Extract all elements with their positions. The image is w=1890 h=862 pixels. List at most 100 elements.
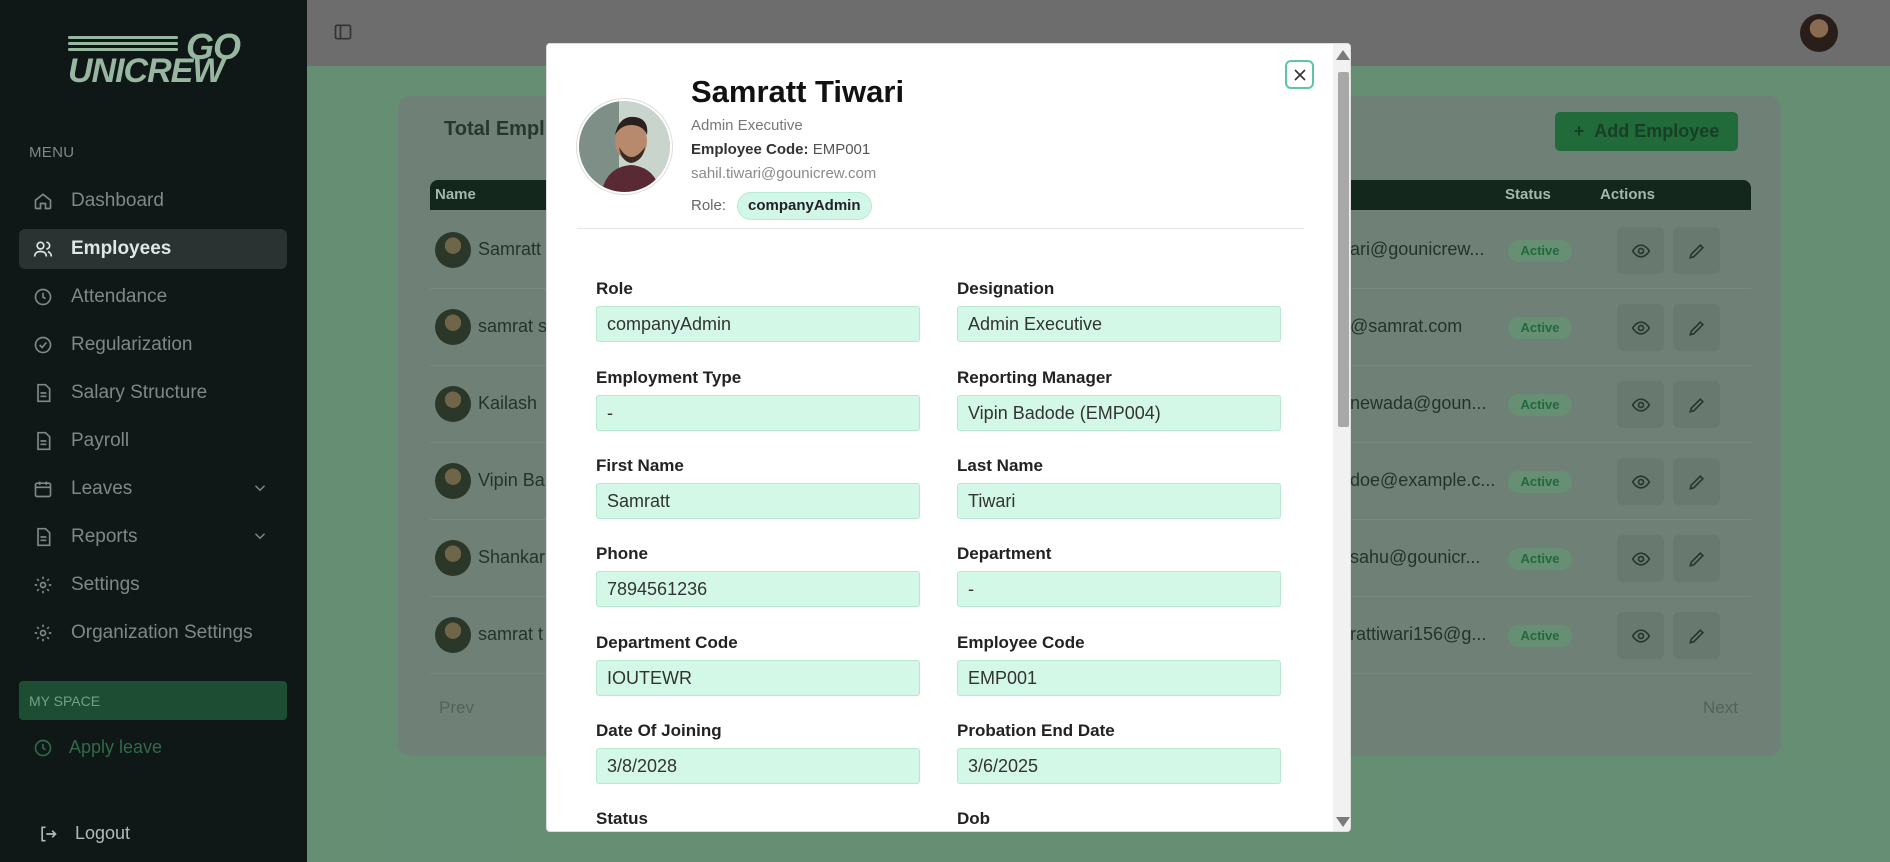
apply-leave-label: Apply leave: [69, 737, 163, 757]
sidebar-item-employees[interactable]: Employees: [19, 229, 287, 269]
sidebar-item-leaves[interactable]: Leaves: [19, 469, 287, 509]
field-label: Employee Code: [957, 633, 1085, 652]
eye-icon: [1631, 397, 1650, 412]
sidebar: GO UNICREW MENU Dashboard Employees Atte…: [0, 0, 307, 862]
avatar: [435, 309, 471, 345]
field-label: Employment Type: [596, 368, 742, 387]
add-employee-button[interactable]: + Add Employee: [1555, 112, 1738, 151]
field-label: Reporting Manager: [957, 368, 1112, 387]
edit-button[interactable]: [1673, 612, 1720, 659]
sidebar-item-attendance[interactable]: Attendance: [19, 277, 287, 317]
field-label: First Name: [596, 456, 684, 475]
row-name: Samratt: [478, 239, 542, 259]
sidebar-item-regularization[interactable]: Regularization: [19, 325, 287, 365]
next-button[interactable]: Next: [1703, 698, 1738, 718]
logo-unicrew: UNICREW: [68, 52, 224, 90]
row-name: Shankar: [478, 547, 546, 567]
avatar: [435, 463, 471, 499]
employee-code-label: Employee Code:: [691, 141, 809, 158]
view-button[interactable]: [1617, 458, 1664, 505]
menu-title: MENU: [29, 144, 75, 161]
probation-end-date-field[interactable]: 3/6/2025: [957, 748, 1281, 784]
status-badge: Active: [1508, 240, 1572, 262]
department-field[interactable]: -: [957, 571, 1281, 607]
field-label: Designation: [957, 279, 1055, 298]
sidebar-item-label: Attendance: [71, 286, 168, 307]
document-icon: [37, 527, 51, 547]
department-code-field[interactable]: IOUTEWR: [596, 660, 920, 696]
eye-icon: [1631, 551, 1650, 566]
close-button[interactable]: [1285, 60, 1314, 89]
view-button[interactable]: [1617, 612, 1664, 659]
logout-label: Logout: [75, 823, 131, 843]
add-employee-label: Add Employee: [1594, 121, 1720, 141]
employee-code-line: Employee Code: EMP001: [691, 141, 870, 158]
users-icon: [33, 241, 53, 257]
edit-button[interactable]: [1673, 535, 1720, 582]
pencil-icon: [1688, 320, 1704, 336]
status-badge: Active: [1508, 625, 1572, 647]
sidebar-item-label: Leaves: [71, 478, 133, 499]
field-label: Phone: [596, 544, 648, 563]
prev-button[interactable]: Prev: [439, 698, 474, 718]
close-icon: [1293, 68, 1306, 81]
view-button[interactable]: [1617, 227, 1664, 274]
scroll-down-arrow-icon[interactable]: [1336, 817, 1350, 827]
employee-name: Samratt Tiwari: [691, 74, 905, 109]
row-email: @samrat.com: [1350, 316, 1463, 336]
pencil-icon: [1688, 397, 1704, 413]
brand-logo[interactable]: GO UNICREW: [64, 26, 244, 90]
field-label: Dob: [957, 809, 991, 828]
plus-icon: +: [1573, 121, 1585, 141]
role-field[interactable]: companyAdmin: [596, 306, 920, 342]
view-button[interactable]: [1617, 535, 1664, 582]
logout-button[interactable]: Logout: [38, 823, 130, 844]
document-icon: [37, 431, 51, 451]
edit-button[interactable]: [1673, 304, 1720, 351]
status-badge: Active: [1508, 394, 1572, 416]
modal-scrollbar[interactable]: [1333, 44, 1350, 831]
sidebar-item-label: Regularization: [71, 334, 193, 355]
first-name-field[interactable]: Samratt: [596, 483, 920, 519]
avatar: [435, 232, 471, 268]
sidebar-item-organization-settings[interactable]: Organization Settings: [19, 613, 287, 653]
eye-icon: [1631, 474, 1650, 489]
edit-button[interactable]: [1673, 381, 1720, 428]
scroll-thumb[interactable]: [1338, 72, 1349, 427]
role-chip: companyAdmin: [737, 192, 872, 220]
employee-code-field[interactable]: EMP001: [957, 660, 1281, 696]
my-space-header: MY SPACE: [19, 681, 287, 720]
status-badge: Active: [1508, 471, 1572, 493]
field-label: Last Name: [957, 456, 1043, 475]
apply-leave-link[interactable]: Apply leave: [33, 737, 162, 758]
edit-button[interactable]: [1673, 458, 1720, 505]
last-name-field[interactable]: Tiwari: [957, 483, 1281, 519]
sidebar-item-dashboard[interactable]: Dashboard: [19, 181, 287, 221]
edit-button[interactable]: [1673, 227, 1720, 274]
document-icon: [37, 383, 51, 403]
field-label: Department Code: [596, 633, 738, 652]
reporting-manager-field[interactable]: Vipin Badode (EMP004): [957, 395, 1281, 431]
employment-type-field[interactable]: -: [596, 395, 920, 431]
employee-designation: Admin Executive: [691, 117, 803, 134]
sidebar-item-salary-structure[interactable]: Salary Structure: [19, 373, 287, 413]
sidebar-item-reports[interactable]: Reports: [19, 517, 287, 557]
profile-photo: [577, 99, 672, 194]
date-of-joining-field[interactable]: 3/8/2028: [596, 748, 920, 784]
designation-field[interactable]: Admin Executive: [957, 306, 1281, 342]
phone-field[interactable]: 7894561236: [596, 571, 920, 607]
scroll-up-arrow-icon[interactable]: [1336, 50, 1350, 60]
pencil-icon: [1688, 551, 1704, 567]
sidebar-item-settings[interactable]: Settings: [19, 565, 287, 605]
user-avatar[interactable]: [1800, 14, 1838, 52]
eye-icon: [1631, 628, 1650, 643]
sidebar-toggle-icon[interactable]: [333, 22, 353, 42]
clock-icon: [34, 739, 52, 756]
row-name: Kailash: [478, 393, 538, 413]
view-button[interactable]: [1617, 381, 1664, 428]
role-label: Role:: [691, 197, 727, 214]
sidebar-item-payroll[interactable]: Payroll: [19, 421, 287, 461]
sidebar-item-label: Settings: [71, 574, 140, 595]
view-button[interactable]: [1617, 304, 1664, 351]
calendar-icon: [34, 481, 52, 498]
